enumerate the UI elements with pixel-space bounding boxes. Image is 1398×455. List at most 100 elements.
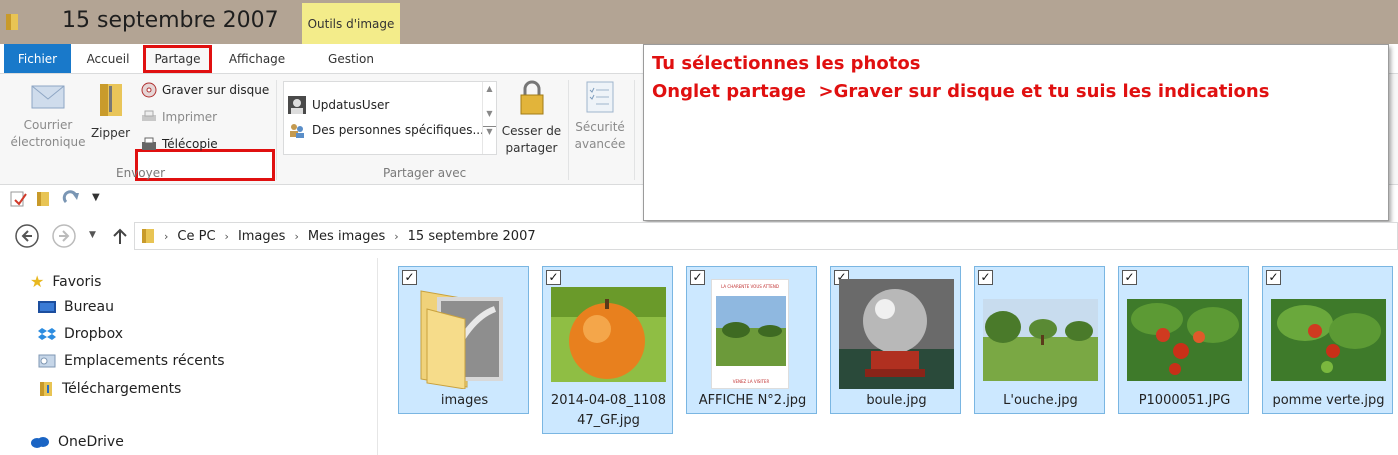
- folder-icon: [6, 14, 18, 30]
- explorer-window: 15 septembre 2007 Outils d'image Fichier…: [0, 0, 1398, 455]
- file-name: AFFICHE N°2.jpg: [698, 393, 807, 408]
- advanced-security-button[interactable]: Sécurité avancée: [570, 80, 630, 153]
- file-item[interactable]: ✓ 2014-04-08_1108 47_GF.jpg: [542, 266, 673, 434]
- print-button[interactable]: Imprimer: [141, 110, 217, 124]
- new-folder-icon[interactable]: [36, 190, 50, 208]
- instruction-line-1: Tu sélectionnes les photos: [652, 53, 921, 74]
- undo-icon[interactable]: [62, 190, 80, 208]
- breadcrumb[interactable]: › Ce PC › Images › Mes images › 15 septe…: [134, 222, 1398, 250]
- nav-onedrive[interactable]: OneDrive: [30, 434, 124, 450]
- share-item-user-label: UpdatusUser: [312, 98, 390, 112]
- tab-file[interactable]: Fichier: [4, 44, 71, 73]
- share-item-user[interactable]: UpdatusUser: [288, 96, 389, 114]
- user-icon: [288, 96, 306, 114]
- tab-share[interactable]: Partage: [143, 45, 212, 73]
- folder-icon: [142, 229, 154, 243]
- recent-places-icon: [38, 354, 56, 368]
- nav-item-label: Emplacements récents: [64, 353, 225, 369]
- stop-sharing-label-2: partager: [505, 141, 558, 155]
- nav-item-downloads[interactable]: Téléchargements: [38, 380, 181, 398]
- nav-item-label: Dropbox: [64, 326, 123, 342]
- back-arrow-icon[interactable]: [14, 223, 40, 249]
- dropbox-icon: [38, 328, 56, 340]
- chevron-right-icon[interactable]: ›: [164, 230, 168, 243]
- security-label-2: avancée: [574, 137, 626, 151]
- printer-icon: [142, 110, 156, 121]
- breadcrumb-this-pc[interactable]: Ce PC: [177, 229, 215, 244]
- nav-item-label: Téléchargements: [62, 381, 182, 397]
- lock-icon: [520, 80, 543, 115]
- up-arrow-icon[interactable]: [112, 227, 128, 245]
- image-thumbnail: [983, 299, 1098, 381]
- email-label-1: Courrier: [23, 118, 73, 132]
- nav-item-recent-places[interactable]: Emplacements récents: [38, 353, 225, 369]
- title-bar: 15 septembre 2007: [0, 0, 1398, 44]
- file-item[interactable]: ✓ pomme verte.jpg: [1262, 266, 1393, 414]
- share-list-scroller[interactable]: ▲ ▼ ▼: [482, 82, 496, 154]
- nav-favorites[interactable]: ★ Favoris: [30, 272, 101, 291]
- security-label-1: Sécurité: [575, 120, 625, 134]
- forward-arrow-icon[interactable]: [51, 223, 77, 249]
- file-item[interactable]: ✓ L'ouche.jpg: [974, 266, 1105, 414]
- burn-label: Graver sur disque: [162, 83, 270, 97]
- zip-button[interactable]: Zipper: [88, 80, 133, 142]
- ribbon-separator: [276, 80, 277, 180]
- breadcrumb-current-folder[interactable]: 15 septembre 2007: [408, 229, 536, 244]
- instruction-callout: Tu sélectionnes les photos Onglet partag…: [643, 44, 1389, 221]
- context-tab-label: Outils d'image: [307, 17, 395, 31]
- file-name: P1000051.JPG: [1138, 393, 1231, 408]
- quick-access-toolbar: ▼: [0, 186, 643, 212]
- landscape-photo: [716, 296, 786, 366]
- breadcrumb-images[interactable]: Images: [238, 229, 286, 244]
- file-name-line-2: 47_GF.jpg: [577, 413, 640, 428]
- star-icon: ★: [30, 272, 45, 291]
- chevron-right-icon[interactable]: ›: [225, 230, 229, 243]
- print-label: Imprimer: [162, 110, 218, 124]
- file-name: pomme verte.jpg: [1272, 393, 1385, 408]
- share-with-list[interactable]: UpdatusUser Des personnes spécifiques...…: [283, 81, 497, 155]
- tab-view[interactable]: Affichage: [218, 44, 296, 73]
- tab-manage[interactable]: Gestion: [302, 44, 400, 73]
- file-name: L'ouche.jpg: [1003, 393, 1078, 408]
- properties-icon[interactable]: [10, 191, 28, 207]
- qat-dropdown-icon[interactable]: ▼: [92, 192, 100, 203]
- address-bar: ▼ › Ce PC › Images › Mes images › 15 sep…: [0, 222, 1398, 250]
- zip-label: Zipper: [90, 126, 131, 140]
- instruction-line-2: Onglet partage >Graver sur disque et tu …: [652, 81, 1270, 102]
- nav-item-dropbox[interactable]: Dropbox: [38, 326, 123, 342]
- share-item-specific-people[interactable]: Des personnes spécifiques...: [288, 121, 484, 139]
- file-item[interactable]: ✓ P1000051.JPG: [1118, 266, 1249, 414]
- file-item[interactable]: ✓ images: [398, 266, 529, 414]
- security-checklist-icon: [586, 81, 614, 113]
- folder-thumbnail: [420, 290, 503, 389]
- burn-to-disc-button[interactable]: Graver sur disque: [141, 82, 269, 98]
- window-title: 15 septembre 2007: [62, 8, 279, 33]
- image-thumbnail: [551, 287, 666, 382]
- zip-folder-icon: [99, 84, 122, 116]
- people-icon: [290, 124, 304, 138]
- file-name: images: [440, 393, 489, 408]
- cloud-icon: [31, 437, 49, 448]
- chevron-right-icon[interactable]: ›: [394, 230, 398, 243]
- nav-item-desktop[interactable]: Bureau: [38, 299, 114, 315]
- fax-button[interactable]: Télécopie: [141, 137, 218, 151]
- tab-home[interactable]: Accueil: [78, 44, 138, 73]
- email-label-2: électronique: [10, 135, 86, 149]
- ribbon-separator: [568, 80, 569, 180]
- disc-icon: [141, 82, 157, 98]
- chevron-right-icon[interactable]: ›: [294, 230, 298, 243]
- poster-bottom-text: VENEZ LA VISITER: [732, 379, 770, 384]
- poster: LA CHARENTE VOUS ATTEND VENEZ LA VISITER: [711, 279, 789, 389]
- email-button[interactable]: Courrier électronique: [8, 80, 88, 151]
- breadcrumb-my-images[interactable]: Mes images: [308, 229, 385, 244]
- file-item[interactable]: ✓ boule.jpg: [830, 266, 961, 414]
- share-group-label: Partager avec: [383, 166, 467, 180]
- send-group-label: Envoyer: [116, 166, 166, 180]
- stop-sharing-button[interactable]: Cesser de partager: [500, 78, 563, 157]
- image-thumbnail: [839, 279, 954, 389]
- file-item[interactable]: ✓ LA CHARENTE VOUS ATTEND VENEZ LA VISIT…: [686, 266, 817, 414]
- image-thumbnail: [1271, 299, 1386, 381]
- recent-locations-icon[interactable]: ▼: [89, 230, 96, 240]
- poster-top-text: LA CHARENTE VOUS ATTEND: [721, 284, 779, 289]
- fax-label: Télécopie: [162, 137, 218, 151]
